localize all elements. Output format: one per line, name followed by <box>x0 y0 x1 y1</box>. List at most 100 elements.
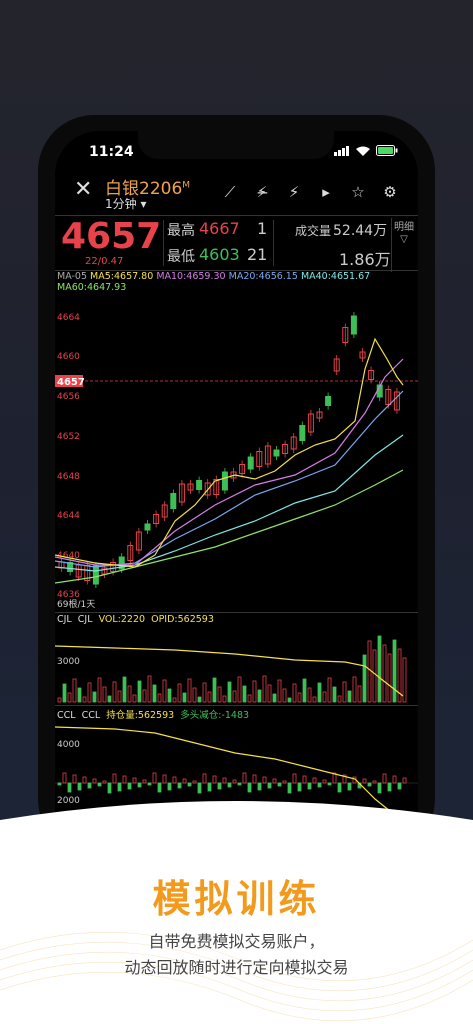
ccl-bar <box>182 778 187 784</box>
y-tick: 4664 <box>57 313 80 323</box>
volume-bar <box>362 654 367 703</box>
volume-bar <box>162 679 167 703</box>
ma20-line <box>55 390 404 568</box>
volume-bar <box>92 691 97 703</box>
volume-bar <box>152 684 157 703</box>
lightning-icon[interactable]: ⚡ <box>283 181 305 203</box>
ccl-bar <box>232 779 237 784</box>
y-tick: 4652 <box>57 432 80 442</box>
high-value: 4667 <box>199 219 240 238</box>
ccl-bar <box>72 774 77 784</box>
ccl-bar <box>262 776 267 784</box>
ccl-bar <box>137 782 142 788</box>
detail-button[interactable]: 明细 ▽ <box>391 218 416 272</box>
volume-bar <box>252 680 257 703</box>
ccl-bar <box>267 782 272 789</box>
signal-icon <box>334 145 349 156</box>
volume-bar <box>282 688 287 703</box>
volume-bar <box>347 690 352 703</box>
ma5-line <box>55 337 404 568</box>
status-time: 11:24 <box>89 144 134 160</box>
close-icon[interactable]: ✕ <box>74 177 92 202</box>
period-label: 1分钟 <box>105 197 137 211</box>
ma20: MA20:4656.15 <box>228 271 298 282</box>
draw-tool-icon[interactable]: ⚡̶ <box>251 181 273 203</box>
volume-bar <box>207 691 212 703</box>
app-screen: 11:24 ✕ 白银2206M 1分钟 ▾ ⟋ ⚡̶ ⚡ ▸ ☆ ⚙ 4657 … <box>55 131 418 851</box>
volume-bar <box>357 685 362 703</box>
notch <box>138 131 334 159</box>
chevron-down-icon: ▽ <box>400 234 408 245</box>
ma60: MA60:4647.93 <box>57 282 127 293</box>
ccl-bar <box>142 779 147 784</box>
ccl-bar <box>292 773 297 784</box>
volume-bar <box>217 686 222 703</box>
cjl-label: CJL <box>57 614 72 625</box>
volume-bar <box>77 687 82 703</box>
volume-bar <box>297 692 302 703</box>
ccl-bar <box>82 776 87 784</box>
vol-value: VOL:2220 <box>98 614 146 625</box>
volume-bar <box>392 639 397 703</box>
detail-label: 明细 <box>394 222 414 233</box>
ccl-bar <box>272 778 277 784</box>
draw-line-icon[interactable]: ⟋ <box>219 181 241 203</box>
volume-bar <box>82 696 87 703</box>
volume-bar <box>372 649 377 703</box>
ccl-bar <box>202 773 207 784</box>
play-icon[interactable]: ▸ <box>315 181 337 203</box>
y-tick: 4648 <box>57 472 80 482</box>
ccl-bar <box>102 780 107 784</box>
volume-bar <box>267 684 272 703</box>
volume-bar <box>352 676 357 703</box>
gear-icon[interactable]: ⚙ <box>379 181 401 203</box>
volume-bar <box>277 679 282 703</box>
volume-chart: 3000 <box>55 635 407 703</box>
ma10-line <box>55 358 404 566</box>
ma-legend-row1: MA-05 MA5:4657.80 MA10:4659.30 MA20:4656… <box>57 271 370 282</box>
volume-bar <box>232 690 237 703</box>
promo-line-1: 自带免费模拟交易账户， <box>148 932 325 951</box>
kline-chart[interactable]: 4664 4660 4656 4652 4648 4644 4640 4636 … <box>55 295 418 607</box>
vol-legend: CJL CJL VOL:2220 OPID:562593 <box>57 614 214 625</box>
volume-bar <box>307 687 312 703</box>
volume-bar <box>377 635 382 703</box>
promo-line-2: 动态回放随时进行定向模拟交易 <box>124 958 349 977</box>
ccl-bar <box>337 782 342 793</box>
vol-tick: 3000 <box>57 657 80 667</box>
volume-bar <box>332 686 337 703</box>
ccl-bar <box>207 782 212 792</box>
ccl-bar <box>327 782 332 786</box>
y-tick: 4656 <box>57 392 80 402</box>
volume-bar <box>167 688 172 703</box>
ccl-bar <box>112 773 117 784</box>
ccl-bar <box>217 782 222 790</box>
volume-bar <box>57 697 62 703</box>
ccl-bar <box>237 782 242 786</box>
ccl-bar <box>322 779 327 784</box>
ccl-bar <box>87 782 92 789</box>
bar-count: 69根/1天 <box>57 600 96 610</box>
high-label: 最高 <box>167 223 195 239</box>
status-icons <box>334 145 398 156</box>
star-add-icon[interactable]: ☆ <box>347 181 369 203</box>
volume-bar <box>287 697 292 703</box>
turnover-value: 1.86万 <box>339 250 391 269</box>
volume-bar <box>197 696 202 703</box>
volume-bar <box>122 676 127 703</box>
ccl-bar <box>132 777 137 784</box>
price-change: 22/0.47 <box>85 256 124 267</box>
ccl-bar <box>117 782 122 792</box>
ccl-bar <box>157 782 162 793</box>
low-label: 最低 <box>167 249 195 265</box>
ccl-bar <box>97 782 102 787</box>
volume-bar <box>382 644 387 703</box>
ccl-bar <box>172 776 177 784</box>
volume-bar <box>227 681 232 703</box>
volume-bars <box>57 635 407 703</box>
y-tick: 4644 <box>57 511 80 521</box>
volume-bar <box>187 678 192 703</box>
ccl-bar <box>77 782 82 791</box>
period-selector[interactable]: 1分钟 ▾ <box>105 195 147 212</box>
ccl-bar <box>287 782 292 794</box>
